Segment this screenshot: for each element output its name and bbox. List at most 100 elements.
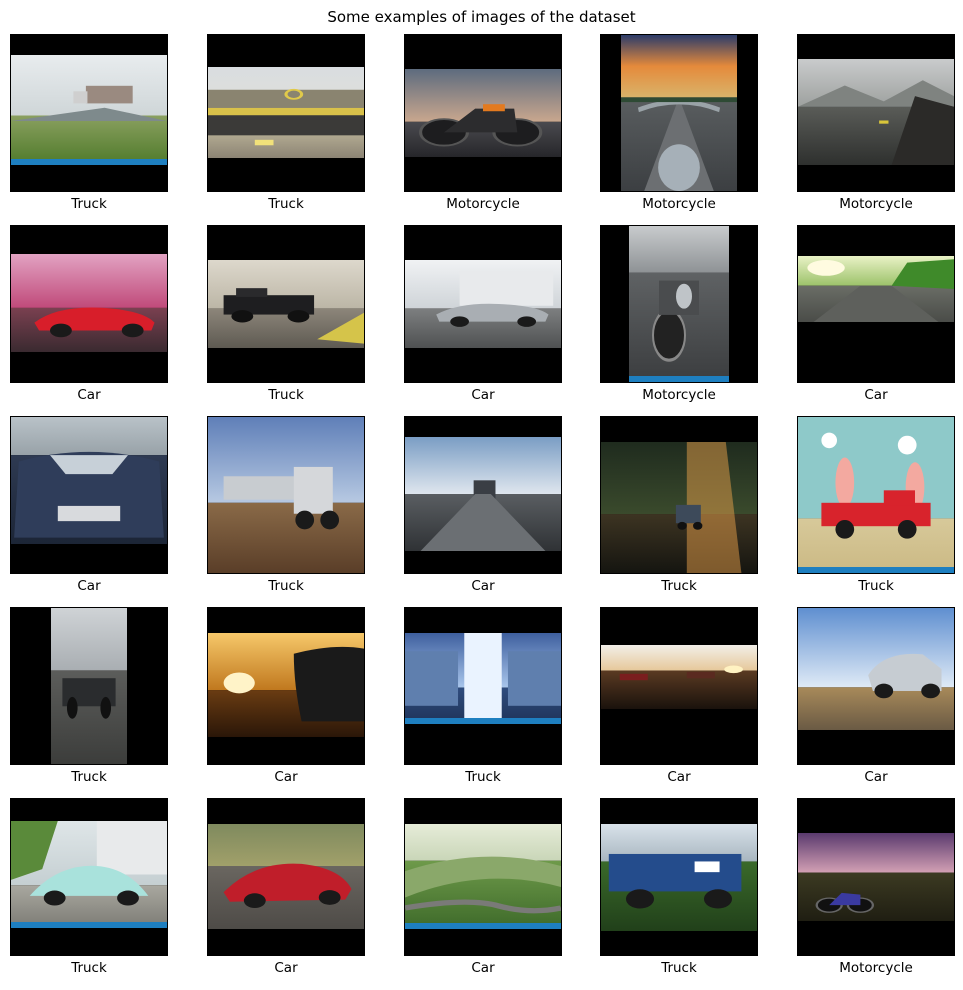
image-tile: Truck	[207, 34, 365, 226]
image-label: Motorcycle	[642, 387, 716, 403]
image-frame	[207, 225, 365, 383]
dataset-photo	[208, 260, 364, 348]
image-label: Truck	[268, 387, 304, 403]
image-tile: Motorcycle	[600, 34, 758, 226]
image-frame	[10, 225, 168, 383]
image-label: Car	[471, 578, 495, 594]
watermark-bar	[11, 922, 167, 928]
image-frame	[404, 798, 562, 956]
dataset-photo	[405, 437, 561, 551]
dataset-photo	[11, 417, 167, 544]
image-frame	[207, 34, 365, 192]
image-frame	[600, 607, 758, 765]
dataset-photo	[601, 824, 757, 931]
image-tile: Truck	[600, 416, 758, 608]
image-frame	[600, 225, 758, 383]
image-tile: Truck	[797, 416, 955, 608]
image-label: Car	[667, 769, 691, 785]
image-tile: Motorcycle	[600, 225, 758, 417]
image-frame	[404, 225, 562, 383]
image-label: Car	[864, 387, 888, 403]
image-label: Truck	[268, 578, 304, 594]
image-frame	[797, 607, 955, 765]
dataset-photo	[629, 226, 729, 382]
image-tile: Car	[797, 225, 955, 417]
image-frame	[10, 34, 168, 192]
image-frame	[10, 416, 168, 574]
image-label: Truck	[71, 960, 107, 976]
dataset-photo	[11, 821, 167, 928]
image-frame	[797, 34, 955, 192]
image-tile: Car	[600, 607, 758, 799]
image-label: Car	[864, 769, 888, 785]
image-tile: Truck	[10, 34, 168, 226]
image-tile: Car	[404, 225, 562, 417]
image-tile: Car	[207, 607, 365, 799]
dataset-photo	[798, 608, 954, 730]
watermark-bar	[629, 376, 729, 382]
figure-title: Some examples of images of the dataset	[327, 8, 636, 26]
image-tile: Motorcycle	[797, 34, 955, 226]
image-label: Car	[77, 578, 101, 594]
dataset-photo	[208, 824, 364, 929]
dataset-photo	[601, 645, 757, 709]
image-tile: Car	[10, 225, 168, 417]
dataset-photo	[405, 633, 561, 724]
image-label: Motorcycle	[839, 960, 913, 976]
watermark-bar	[11, 159, 167, 165]
image-tile: Truck	[600, 798, 758, 990]
image-label: Car	[471, 387, 495, 403]
dataset-photo	[208, 67, 364, 158]
image-tile: Car	[404, 798, 562, 990]
image-label: Truck	[661, 960, 697, 976]
image-frame	[10, 607, 168, 765]
image-label: Truck	[71, 769, 107, 785]
image-frame	[600, 416, 758, 574]
image-frame	[10, 798, 168, 956]
dataset-photo	[798, 59, 954, 165]
watermark-bar	[405, 923, 561, 929]
dataset-photo	[11, 254, 167, 352]
image-tile: Car	[207, 798, 365, 990]
image-frame	[207, 607, 365, 765]
image-label: Truck	[71, 196, 107, 212]
image-label: Motorcycle	[839, 196, 913, 212]
image-tile: Truck	[10, 798, 168, 990]
image-frame	[797, 416, 955, 574]
image-tile: Car	[404, 416, 562, 608]
image-tile: Car	[797, 607, 955, 799]
dataset-photo	[11, 55, 167, 165]
image-frame	[207, 798, 365, 956]
image-frame	[797, 798, 955, 956]
image-label: Car	[77, 387, 101, 403]
image-tile: Truck	[207, 225, 365, 417]
image-label: Truck	[465, 769, 501, 785]
dataset-photo	[798, 256, 954, 322]
dataset-photo	[798, 833, 954, 921]
image-frame	[600, 34, 758, 192]
image-frame	[404, 607, 562, 765]
image-frame	[207, 416, 365, 574]
image-tile: Truck	[404, 607, 562, 799]
image-frame	[600, 798, 758, 956]
image-label: Car	[274, 769, 298, 785]
image-label: Truck	[268, 196, 304, 212]
dataset-photo	[798, 417, 954, 573]
image-tile: Truck	[207, 416, 365, 608]
image-label: Car	[274, 960, 298, 976]
dataset-photo	[405, 260, 561, 348]
watermark-bar	[405, 718, 561, 724]
image-tile: Motorcycle	[797, 798, 955, 990]
image-label: Truck	[858, 578, 894, 594]
image-tile: Motorcycle	[404, 34, 562, 226]
watermark-bar	[798, 567, 954, 573]
dataset-photo	[405, 69, 561, 157]
image-tile: Car	[10, 416, 168, 608]
dataset-photo	[51, 608, 127, 764]
dataset-photo	[601, 442, 757, 573]
image-tile: Truck	[10, 607, 168, 799]
dataset-photo	[208, 633, 364, 737]
image-label: Motorcycle	[642, 196, 716, 212]
dataset-photo	[208, 417, 364, 573]
image-frame	[404, 34, 562, 192]
